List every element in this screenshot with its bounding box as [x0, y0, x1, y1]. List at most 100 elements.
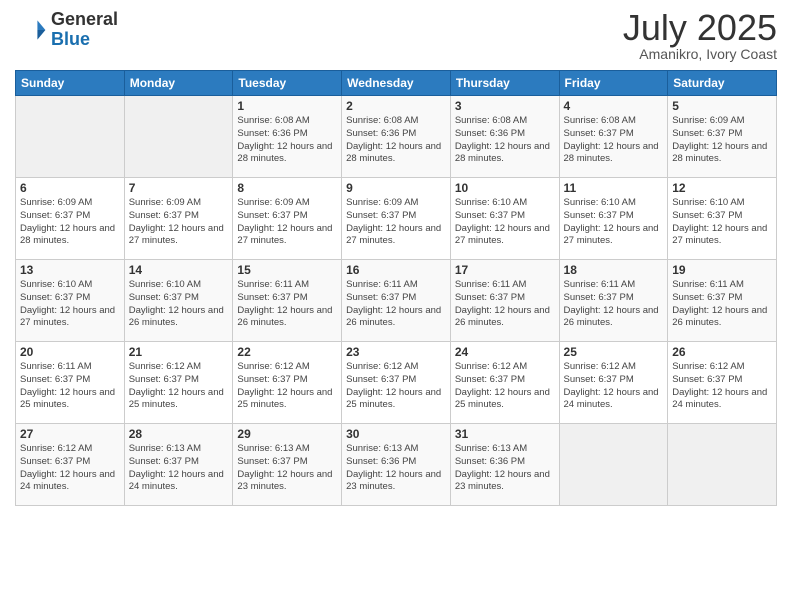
- calendar-day-cell: 28 Sunrise: 6:13 AM Sunset: 6:37 PM Dayli…: [124, 424, 233, 506]
- weekday-header-cell: Thursday: [450, 71, 559, 96]
- calendar-day-cell: 16 Sunrise: 6:11 AM Sunset: 6:37 PM Dayli…: [342, 260, 451, 342]
- weekday-header-cell: Monday: [124, 71, 233, 96]
- calendar-day-cell: 4Sunrise: 6:08 AM Sunset: 6:37 PM Daylig…: [559, 96, 668, 178]
- title-block: July 2025 Amanikro, Ivory Coast: [623, 10, 777, 62]
- calendar-body: 1 Sunrise: 6:08 AM Sunset: 6:36 PM Daylig…: [16, 96, 777, 506]
- day-number: 19: [672, 263, 772, 277]
- day-info: Sunrise: 6:09 AM Sunset: 6:37 PM Dayligh…: [237, 197, 337, 248]
- day-number: 2: [346, 99, 446, 113]
- day-number: 27: [20, 427, 120, 441]
- calendar-table: SundayMondayTuesdayWednesdayThursdayFrid…: [15, 70, 777, 506]
- calendar-day-cell: 22Sunrise: 6:12 AM Sunset: 6:37 PM Dayli…: [233, 342, 342, 424]
- day-info: Sunrise: 6:11 AM Sunset: 6:37 PM Dayligh…: [455, 279, 555, 330]
- day-number: 3: [455, 99, 555, 113]
- day-info: Sunrise: 6:09 AM Sunset: 6:37 PM Dayligh…: [346, 197, 446, 248]
- day-info: Sunrise: 6:10 AM Sunset: 6:37 PM Dayligh…: [564, 197, 664, 248]
- day-number: 1: [237, 99, 337, 113]
- calendar-day-cell: 10 Sunrise: 6:10 AM Sunset: 6:37 PM Dayli…: [450, 178, 559, 260]
- day-number: 20: [20, 345, 120, 359]
- calendar-day-cell: 19 Sunrise: 6:11 AM Sunset: 6:37 PM Dayli…: [668, 260, 777, 342]
- day-info: Sunrise: 6:10 AM Sunset: 6:37 PM Dayligh…: [20, 279, 120, 330]
- day-info: Sunrise: 6:12 AM Sunset: 6:37 PM Dayligh…: [564, 361, 664, 412]
- day-info: Sunrise: 6:08 AM Sunset: 6:37 PM Dayligh…: [564, 115, 664, 166]
- day-info: Sunrise: 6:12 AM Sunset: 6:37 PM Dayligh…: [129, 361, 229, 412]
- calendar-day-cell: 27 Sunrise: 6:12 AM Sunset: 6:37 PM Dayli…: [16, 424, 125, 506]
- logo-general: General: [51, 10, 118, 30]
- day-number: 31: [455, 427, 555, 441]
- day-info: Sunrise: 6:13 AM Sunset: 6:37 PM Dayligh…: [237, 443, 337, 494]
- calendar-day-cell: 18 Sunrise: 6:11 AM Sunset: 6:37 PM Dayli…: [559, 260, 668, 342]
- page: General Blue July 2025 Amanikro, Ivory C…: [0, 0, 792, 612]
- calendar-day-cell: 5 Sunrise: 6:09 AM Sunset: 6:37 PM Daylig…: [668, 96, 777, 178]
- day-info: Sunrise: 6:11 AM Sunset: 6:37 PM Dayligh…: [346, 279, 446, 330]
- day-number: 23: [346, 345, 446, 359]
- calendar-day-cell: 13 Sunrise: 6:10 AM Sunset: 6:37 PM Dayli…: [16, 260, 125, 342]
- day-info: Sunrise: 6:10 AM Sunset: 6:37 PM Dayligh…: [455, 197, 555, 248]
- day-info: Sunrise: 6:09 AM Sunset: 6:37 PM Dayligh…: [672, 115, 772, 166]
- day-info: Sunrise: 6:09 AM Sunset: 6:37 PM Dayligh…: [20, 197, 120, 248]
- calendar-day-cell: 11 Sunrise: 6:10 AM Sunset: 6:37 PM Dayli…: [559, 178, 668, 260]
- day-info: Sunrise: 6:08 AM Sunset: 6:36 PM Dayligh…: [237, 115, 337, 166]
- day-number: 30: [346, 427, 446, 441]
- calendar-day-cell: 9Sunrise: 6:09 AM Sunset: 6:37 PM Daylig…: [342, 178, 451, 260]
- day-number: 8: [237, 181, 337, 195]
- calendar-day-cell: 15 Sunrise: 6:11 AM Sunset: 6:37 PM Dayli…: [233, 260, 342, 342]
- day-info: Sunrise: 6:11 AM Sunset: 6:37 PM Dayligh…: [564, 279, 664, 330]
- calendar-week-row: 27 Sunrise: 6:12 AM Sunset: 6:37 PM Dayli…: [16, 424, 777, 506]
- weekday-header-cell: Wednesday: [342, 71, 451, 96]
- day-info: Sunrise: 6:13 AM Sunset: 6:37 PM Dayligh…: [129, 443, 229, 494]
- calendar-day-cell: [559, 424, 668, 506]
- day-number: 17: [455, 263, 555, 277]
- logo-blue: Blue: [51, 30, 118, 50]
- day-info: Sunrise: 6:10 AM Sunset: 6:37 PM Dayligh…: [672, 197, 772, 248]
- calendar-day-cell: 26 Sunrise: 6:12 AM Sunset: 6:37 PM Dayli…: [668, 342, 777, 424]
- day-info: Sunrise: 6:13 AM Sunset: 6:36 PM Dayligh…: [346, 443, 446, 494]
- weekday-header-cell: Tuesday: [233, 71, 342, 96]
- day-number: 16: [346, 263, 446, 277]
- day-number: 11: [564, 181, 664, 195]
- calendar-day-cell: 20 Sunrise: 6:11 AM Sunset: 6:37 PM Dayli…: [16, 342, 125, 424]
- day-number: 12: [672, 181, 772, 195]
- calendar-day-cell: 3Sunrise: 6:08 AM Sunset: 6:36 PM Daylig…: [450, 96, 559, 178]
- calendar-week-row: 6 Sunrise: 6:09 AM Sunset: 6:37 PM Daylig…: [16, 178, 777, 260]
- calendar-day-cell: 14 Sunrise: 6:10 AM Sunset: 6:37 PM Dayli…: [124, 260, 233, 342]
- location-title: Amanikro, Ivory Coast: [623, 46, 777, 62]
- calendar-day-cell: 24 Sunrise: 6:12 AM Sunset: 6:37 PM Dayli…: [450, 342, 559, 424]
- day-number: 14: [129, 263, 229, 277]
- weekday-header-cell: Sunday: [16, 71, 125, 96]
- day-info: Sunrise: 6:11 AM Sunset: 6:37 PM Dayligh…: [237, 279, 337, 330]
- day-number: 24: [455, 345, 555, 359]
- day-info: Sunrise: 6:12 AM Sunset: 6:37 PM Dayligh…: [20, 443, 120, 494]
- calendar-day-cell: [124, 96, 233, 178]
- day-number: 13: [20, 263, 120, 277]
- header: General Blue July 2025 Amanikro, Ivory C…: [15, 10, 777, 62]
- day-number: 15: [237, 263, 337, 277]
- day-number: 5: [672, 99, 772, 113]
- day-info: Sunrise: 6:11 AM Sunset: 6:37 PM Dayligh…: [20, 361, 120, 412]
- day-info: Sunrise: 6:10 AM Sunset: 6:37 PM Dayligh…: [129, 279, 229, 330]
- day-number: 18: [564, 263, 664, 277]
- day-info: Sunrise: 6:09 AM Sunset: 6:37 PM Dayligh…: [129, 197, 229, 248]
- calendar-day-cell: 1 Sunrise: 6:08 AM Sunset: 6:36 PM Daylig…: [233, 96, 342, 178]
- calendar-day-cell: 30 Sunrise: 6:13 AM Sunset: 6:36 PM Dayli…: [342, 424, 451, 506]
- calendar-week-row: 13 Sunrise: 6:10 AM Sunset: 6:37 PM Dayli…: [16, 260, 777, 342]
- weekday-header-cell: Friday: [559, 71, 668, 96]
- calendar-day-cell: 31 Sunrise: 6:13 AM Sunset: 6:36 PM Dayli…: [450, 424, 559, 506]
- day-number: 7: [129, 181, 229, 195]
- calendar-day-cell: 12 Sunrise: 6:10 AM Sunset: 6:37 PM Dayli…: [668, 178, 777, 260]
- calendar-day-cell: 2Sunrise: 6:08 AM Sunset: 6:36 PM Daylig…: [342, 96, 451, 178]
- day-info: Sunrise: 6:12 AM Sunset: 6:37 PM Dayligh…: [455, 361, 555, 412]
- day-info: Sunrise: 6:13 AM Sunset: 6:36 PM Dayligh…: [455, 443, 555, 494]
- day-info: Sunrise: 6:12 AM Sunset: 6:37 PM Dayligh…: [346, 361, 446, 412]
- logo: General Blue: [15, 10, 118, 50]
- day-number: 10: [455, 181, 555, 195]
- day-info: Sunrise: 6:12 AM Sunset: 6:37 PM Dayligh…: [672, 361, 772, 412]
- day-number: 6: [20, 181, 120, 195]
- day-number: 28: [129, 427, 229, 441]
- calendar-day-cell: 6 Sunrise: 6:09 AM Sunset: 6:37 PM Daylig…: [16, 178, 125, 260]
- weekday-header-cell: Saturday: [668, 71, 777, 96]
- calendar-day-cell: 29Sunrise: 6:13 AM Sunset: 6:37 PM Dayli…: [233, 424, 342, 506]
- calendar-day-cell: 17 Sunrise: 6:11 AM Sunset: 6:37 PM Dayli…: [450, 260, 559, 342]
- day-number: 26: [672, 345, 772, 359]
- day-info: Sunrise: 6:11 AM Sunset: 6:37 PM Dayligh…: [672, 279, 772, 330]
